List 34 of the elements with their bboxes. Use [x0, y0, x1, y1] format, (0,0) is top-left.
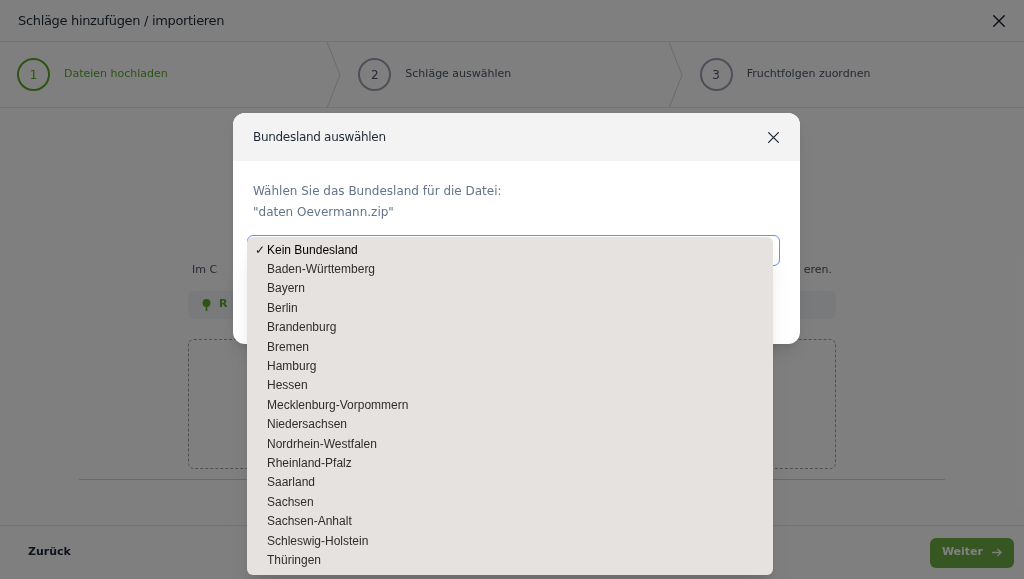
dropdown-option[interactable]: Rheinland-Pfalz — [267, 454, 352, 472]
instruction-text: eren. — [803, 262, 832, 278]
dropdown-option[interactable]: Schleswig-Holstein — [267, 531, 369, 550]
dropdown-option[interactable]: Niedersachsen — [267, 415, 348, 434]
dropdown-option[interactable]: Bremen — [267, 337, 310, 356]
dropdown-option[interactable]: Bayern — [267, 279, 306, 298]
pin-icon — [202, 298, 211, 311]
instruction-text: Im C — [192, 262, 218, 278]
dropdown-option[interactable]: Brandenburg — [267, 318, 337, 337]
dropdown-option[interactable]: Mecklenburg-Vorpommern — [267, 395, 409, 414]
step-number: 1 — [17, 58, 50, 91]
dialog-title: Bundesland auswählen — [253, 129, 386, 146]
dropdown-option[interactable]: Hessen — [267, 376, 308, 395]
step-number: 3 — [699, 58, 733, 91]
step-number: 2 — [358, 58, 392, 91]
file-name: "daten Oevermann.zip" — [253, 204, 395, 221]
checkmark: ✓ — [255, 241, 265, 259]
back-button[interactable]: Zurück — [28, 544, 71, 561]
window-title: Schläge hinzufügen / importieren — [18, 11, 225, 30]
close-icon[interactable] — [767, 130, 780, 144]
prompt-text: Wählen Sie das Bundesland für die Datei: — [253, 183, 503, 200]
dropdown-option[interactable]: Berlin — [267, 298, 298, 317]
dropdown-option[interactable]: Nordrhein-Westfalen — [267, 434, 377, 453]
arrow-icon — [991, 547, 1002, 558]
dropdown-option[interactable]: Thüringen — [267, 550, 322, 569]
step-label[interactable]: Fruchtfolgen zuordnen — [746, 66, 871, 83]
info-text: R — [219, 296, 228, 313]
dropdown-option[interactable]: Kein Bundesland — [267, 240, 358, 259]
step-label[interactable]: Schläge auswählen — [405, 66, 512, 83]
dropdown-option[interactable]: Saarland — [267, 473, 316, 492]
dropdown-option[interactable]: Sachsen — [267, 492, 314, 511]
dropdown-option[interactable]: Sachsen-Anhalt — [267, 512, 352, 531]
dropdown-option[interactable]: Hamburg — [267, 357, 317, 376]
dropdown-option[interactable]: Baden-Württemberg — [267, 260, 376, 279]
